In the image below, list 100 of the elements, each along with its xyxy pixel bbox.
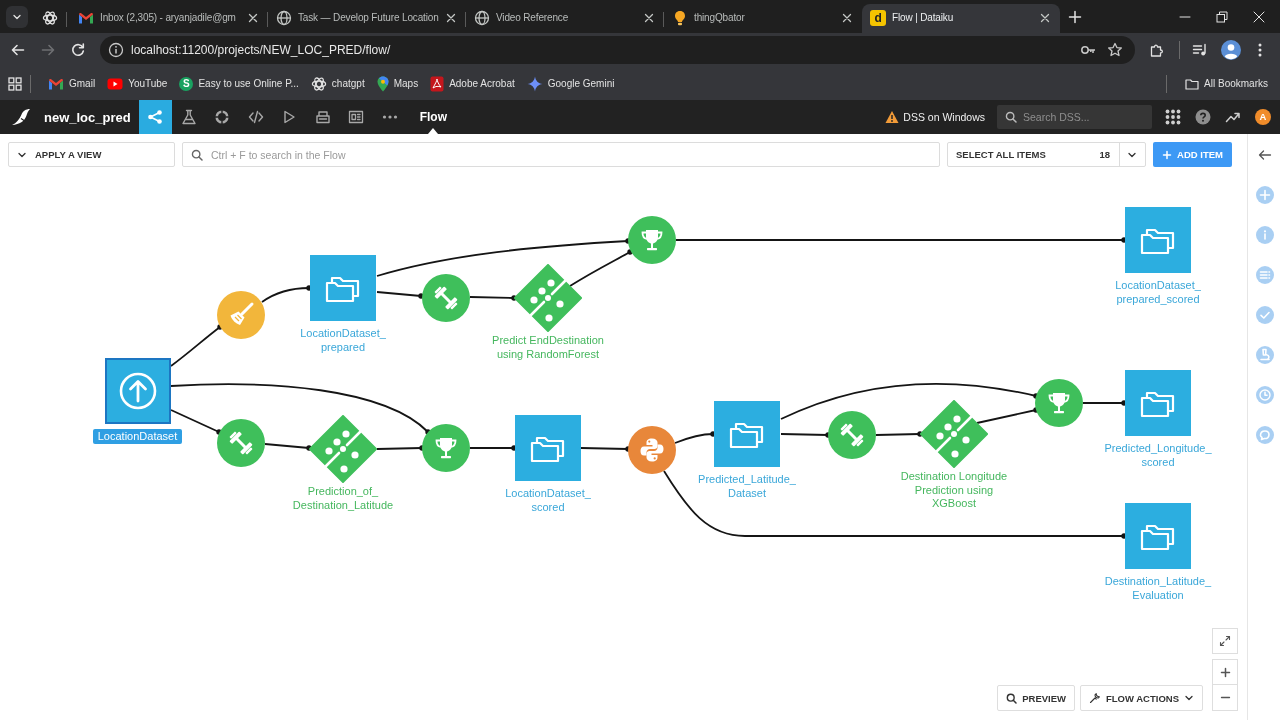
dataset-node[interactable] [1125,503,1191,569]
recipe-node[interactable] [217,419,265,467]
node-label: Predict EndDestination using RandomForest [492,334,604,361]
star-icon[interactable] [1107,42,1123,58]
search-icon [191,148,203,161]
flask-icon [180,109,197,125]
arrow-left-icon[interactable] [1257,148,1272,162]
trophy-icon [639,227,665,253]
restore-icon[interactable] [1215,10,1228,23]
bookmark[interactable]: Adobe Acrobat [424,71,521,96]
flow-connector [261,285,312,303]
close-icon[interactable] [1039,11,1051,24]
dataset-node[interactable] [515,415,581,481]
feather-logo-icon[interactable] [11,108,31,126]
recipe-node[interactable] [1035,379,1083,427]
all-bookmarks-button[interactable]: All Bookmarks [1179,71,1274,96]
tab-list-button[interactable] [6,6,28,28]
fit-view-button[interactable] [1212,628,1238,654]
map-pin-icon [376,75,389,92]
bookmark[interactable]: chatgpt [304,71,371,96]
site-logo: d [870,9,886,26]
dumbbell-icon [432,284,460,312]
close-icon[interactable] [247,11,259,24]
section-title[interactable]: Flow [419,110,448,124]
item-count: 18 [1099,149,1110,160]
search-field[interactable]: Search DSS... [997,105,1152,129]
dataset-node[interactable] [1125,370,1191,436]
new-tab-icon[interactable] [1068,9,1082,24]
sparkle-icon [526,75,543,92]
arrow-left-icon[interactable] [10,42,26,58]
preview-button[interactable]: PREVIEW [997,685,1075,711]
select-all-dropdown[interactable]: SELECT ALL ITEMS 18 [947,142,1146,167]
saved-model-node[interactable] [514,264,582,332]
apps-icon[interactable] [8,76,22,91]
zoom-in-button[interactable] [1212,659,1238,685]
check-icon[interactable] [1255,306,1274,324]
view-dropdown[interactable]: APPLY A VIEW [8,142,175,167]
node-label: Prediction_of_ Destination_Latitude [292,485,394,512]
flow-connector [674,431,716,444]
browser-tab[interactable]: d Flow | Dataiku [862,4,1060,33]
dataset-node[interactable] [714,401,780,467]
saved-model-node[interactable] [920,400,988,468]
dataset-node[interactable] [104,357,171,424]
close-icon[interactable] [445,11,457,24]
project-name[interactable]: new_loc_pred [44,109,131,125]
bookmark[interactable]: YouTube [101,71,174,96]
browser-tab[interactable]: Inbox (2,305) - aryanjadile@gm [70,4,268,33]
browser-tab[interactable]: thingQbator [664,4,862,33]
dataset-node[interactable] [310,255,376,321]
nav-tab[interactable] [138,100,173,134]
recipe-node[interactable] [217,291,265,339]
close-icon[interactable] [841,11,853,24]
dataset-node[interactable] [1125,207,1191,273]
flow-actions-button[interactable]: FLOW ACTIONS [1080,685,1203,711]
bookmark[interactable]: Maps [370,71,425,96]
node-label: Destination_Latitude_ Evaluation [1104,575,1212,602]
recipe-node[interactable] [422,424,470,472]
apps-icon[interactable] [1165,109,1181,125]
flow-connector [780,432,831,438]
playlist-icon[interactable] [1192,42,1208,58]
close-icon[interactable] [643,11,655,24]
search-icon [1006,692,1018,704]
ring-icon [214,109,231,125]
reload-icon[interactable] [70,42,86,58]
address-bar[interactable]: localhost:11200/projects/NEW_LOC_PRED/flow/ [100,36,1135,64]
browser-tab[interactable]: Task — Develop Future Location [268,4,466,33]
node-label: LocationDataset [92,428,183,444]
warning-icon [885,110,900,124]
share-nodes-icon [147,109,164,125]
chevron-down-icon [12,12,22,22]
recipe-node[interactable] [422,274,470,322]
node-label: Predicted_Latitude_ Dataset [698,473,796,500]
plus-icon [1162,149,1173,160]
globe-icon [276,9,292,26]
browser-tab[interactable]: Video Reference [466,4,664,33]
dumbbell-icon [838,421,866,449]
profile-avatar-icon[interactable] [1221,40,1241,60]
flow-connector [469,445,517,451]
bulb-icon [672,9,688,26]
bookmark[interactable]: Gmail [42,71,102,96]
instance-name[interactable]: DSS on Windows [903,111,985,123]
close-icon[interactable] [1252,10,1265,23]
recipe-node[interactable] [628,216,676,264]
bookmark[interactable]: Google Gemini [520,71,621,96]
puzzle-icon[interactable] [1149,42,1165,58]
site-logo: S [179,76,194,91]
flow-search-field[interactable]: Ctrl + F to search in the Flow [182,142,940,167]
envelope-icon [78,11,94,24]
recipe-node[interactable] [628,426,676,474]
dumbbell-icon [227,429,255,457]
node-label: LocationDataset_ prepared [300,327,386,354]
bookmark[interactable]: S Easy to use Online P... [173,71,305,96]
document-icon [430,75,445,92]
node-label: Destination Longitude Prediction using XGBoost [900,470,1008,511]
node-label: LocationDataset_ scored [505,487,591,514]
saved-model-node[interactable] [309,415,377,483]
help-icon[interactable] [1195,109,1211,125]
flow-connector [1082,400,1127,406]
dashboard-icon [348,109,365,125]
recipe-node[interactable] [828,411,876,459]
